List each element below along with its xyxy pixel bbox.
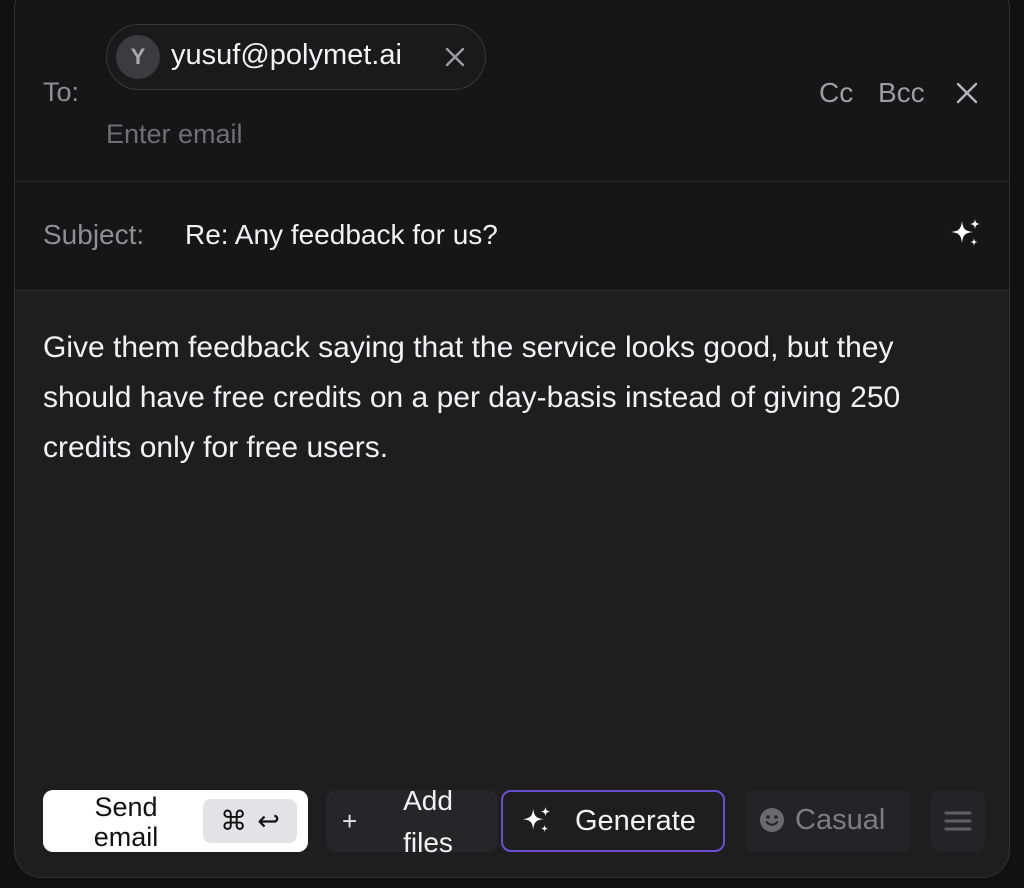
tone-label: Casual	[795, 804, 886, 836]
send-email-label: Send email	[93, 792, 159, 852]
keyboard-shortcut: ⌘ ↩	[203, 799, 297, 843]
recipients-header: To: Y yusuf@polymet.ai Cc Bcc	[15, 0, 1009, 182]
generate-label: Generate	[575, 805, 696, 837]
more-options-button[interactable]	[931, 790, 985, 852]
add-files-button[interactable]: + Add files	[326, 785, 498, 858]
email-composer: To: Y yusuf@polymet.ai Cc Bcc Subject: R…	[14, 0, 1010, 878]
add-files-label: Add files	[403, 785, 453, 858]
command-key-icon: ⌘	[220, 805, 248, 836]
avatar: Y	[116, 35, 160, 79]
subject-field[interactable]: Re: Any feedback for us?	[185, 219, 498, 251]
sparkle-icon	[521, 805, 553, 837]
send-email-button[interactable]: Send email ⌘ ↩	[43, 790, 308, 852]
close-icon[interactable]	[443, 45, 467, 69]
close-icon[interactable]	[955, 81, 979, 105]
subject-row[interactable]: Subject: Re: Any feedback for us?	[15, 182, 1009, 291]
recipient-chip[interactable]: Y yusuf@polymet.ai	[106, 24, 486, 90]
sparkle-icon[interactable]	[949, 217, 983, 251]
email-input[interactable]	[106, 119, 506, 150]
to-label: To:	[43, 77, 80, 107]
bcc-button[interactable]: Bcc	[878, 77, 925, 109]
plus-icon: +	[342, 806, 358, 836]
subject-label: Subject:	[43, 219, 145, 250]
tone-selector[interactable]: Casual	[745, 790, 911, 852]
message-body[interactable]: Give them feedback saying that the servi…	[43, 323, 983, 473]
menu-lines-icon	[944, 808, 972, 834]
smiley-icon	[759, 807, 785, 833]
cc-button[interactable]: Cc	[819, 77, 853, 109]
enter-key-icon: ↩	[257, 805, 280, 836]
generate-button[interactable]: Generate	[501, 790, 725, 852]
recipient-email: yusuf@polymet.ai	[171, 39, 402, 71]
